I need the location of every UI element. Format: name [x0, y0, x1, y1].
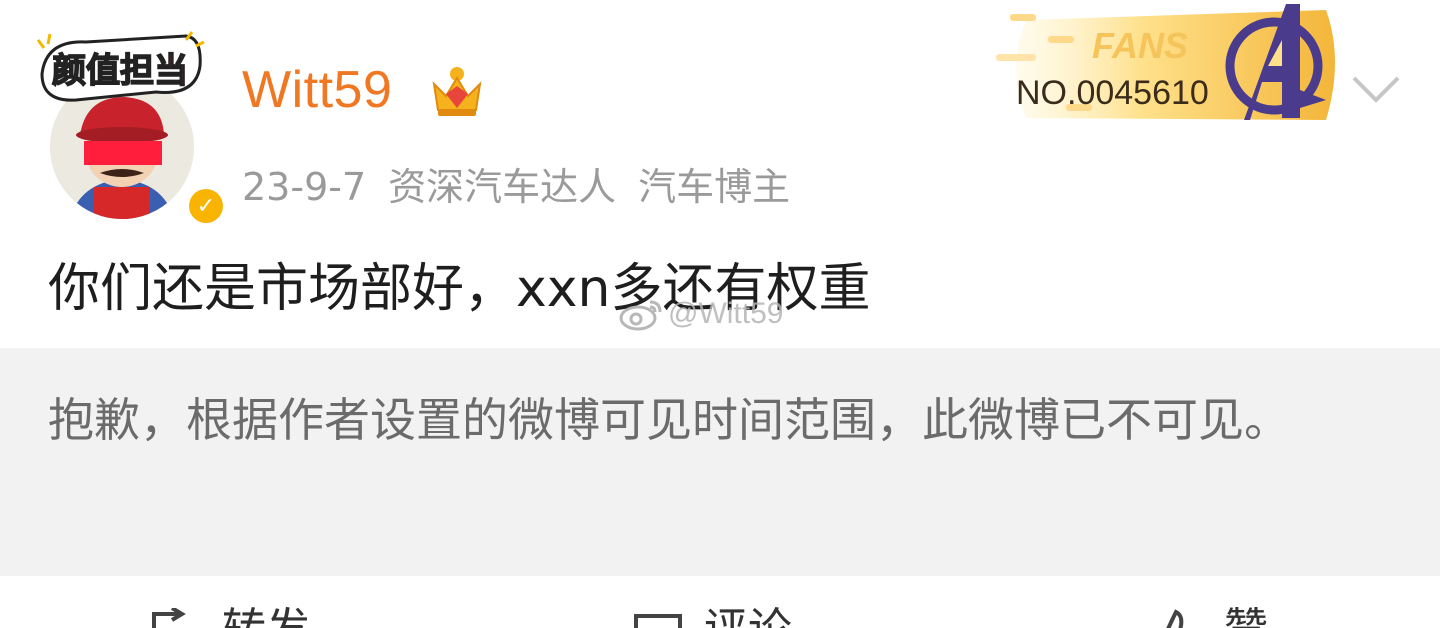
notice-text: 抱歉，根据作者设置的微博可见时间范围，此微博已不可见。	[48, 393, 1290, 447]
user-tag: 汽车博主	[638, 165, 791, 209]
chevron-down-icon[interactable]	[1348, 70, 1404, 110]
unavailable-notice: 抱歉，根据作者设置的微博可见时间范围，此微博已不可见。	[0, 348, 1440, 576]
verified-badge: ✓	[184, 184, 228, 228]
verified-check-icon: ✓	[189, 189, 223, 223]
repost-button[interactable]: 转发	[148, 608, 310, 628]
crown-icon[interactable]	[428, 64, 486, 120]
action-bar: 转发 评论 赞	[0, 578, 1440, 628]
repost-icon	[152, 608, 186, 628]
user-tag: 资深汽车达人	[388, 165, 617, 209]
fans-label: FANS	[1092, 25, 1188, 66]
post-meta: 23-9-7 资深汽车达人 汽车博主	[242, 156, 812, 211]
fans-badge[interactable]: FANS NO.0045610	[996, 0, 1346, 130]
like-icon	[1166, 609, 1184, 628]
watermark: @Witt59	[618, 296, 783, 332]
comment-icon	[634, 614, 682, 628]
comment-label: 评论	[704, 608, 792, 628]
like-button[interactable]: 赞	[1150, 608, 1268, 628]
post-header: 颜值担当 ✓ Witt59 23-9-7 资深汽车达人 汽车博主 FANS NO…	[0, 0, 1440, 230]
avatar-sticker: 颜值担当	[36, 31, 205, 102]
comment-button[interactable]: 评论	[630, 608, 792, 628]
like-label: 赞	[1224, 608, 1268, 628]
username[interactable]: Witt59	[242, 60, 392, 120]
fans-number: NO.0045610	[1016, 74, 1209, 112]
weibo-logo-icon	[619, 300, 662, 331]
watermark-text: @Witt59	[668, 297, 784, 330]
avatar-sticker-text: 颜值担当	[52, 51, 188, 91]
avatar[interactable]: 颜值担当 ✓	[36, 30, 228, 228]
post-date: 23-9-7	[242, 165, 367, 209]
repost-label: 转发	[222, 608, 310, 628]
